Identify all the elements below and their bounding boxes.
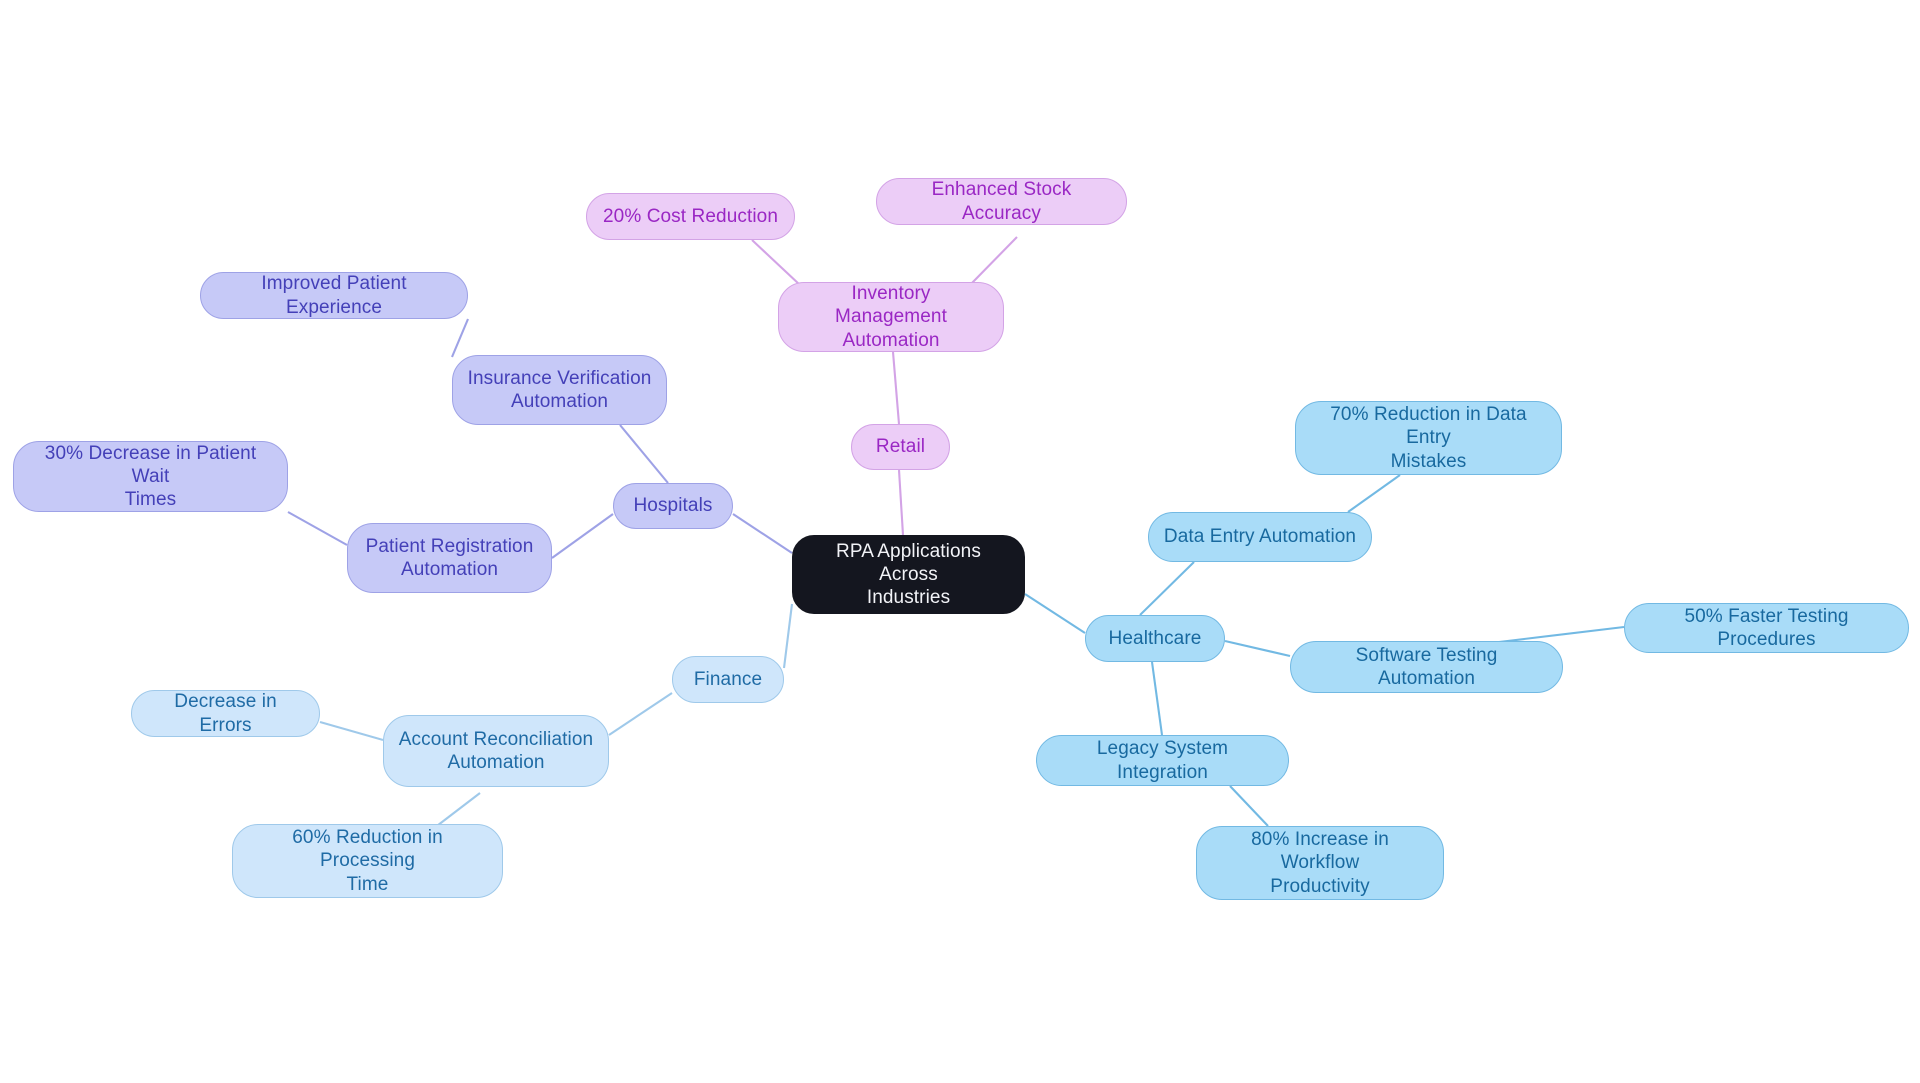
edge-root-healthcare [1024, 593, 1086, 634]
node-hospitals-label: Hospitals [633, 495, 713, 517]
node-processing-time[interactable]: 60% Reduction in Processing Time [232, 824, 503, 898]
node-legacy-system-integration[interactable]: Legacy System Integration [1036, 735, 1289, 786]
node-decrease-in-errors-label: Decrease in Errors [174, 691, 277, 736]
node-improved-patient-experience-label: Improved Patient Experience [261, 273, 407, 318]
node-processing-time-label: 60% Reduction in Processing Time [292, 827, 443, 895]
node-account-reconciliation-automation[interactable]: Account Reconciliation Automation [383, 715, 609, 787]
node-faster-testing-procedures-label: 50% Faster Testing Procedures [1684, 605, 1849, 650]
edge-inventory-stock-accuracy [970, 236, 1018, 285]
node-inventory-management-automation[interactable]: Inventory Management Automation [778, 282, 1004, 352]
node-decrease-in-errors[interactable]: Decrease in Errors [131, 690, 320, 737]
node-hospitals[interactable]: Hospitals [613, 483, 733, 529]
edge-finance-account-reconciliation [608, 692, 673, 736]
node-finance[interactable]: Finance [672, 656, 784, 703]
edge-insurance-improved-experience [451, 318, 469, 358]
node-data-entry-mistakes-label: 70% Reduction in Data Entry Mistakes [1330, 404, 1527, 472]
node-data-entry-automation[interactable]: Data Entry Automation [1148, 512, 1372, 562]
node-finance-label: Finance [693, 668, 763, 690]
edge-hospitals-patient-registration [551, 513, 614, 559]
node-improved-patient-experience[interactable]: Improved Patient Experience [200, 272, 468, 319]
edge-healthcare-data-entry [1139, 561, 1195, 616]
node-workflow-productivity-label: 80% Increase in Workflow Productivity [1251, 829, 1389, 897]
node-insurance-verification-automation[interactable]: Insurance Verification Automation [452, 355, 667, 425]
edge-inventory-cost-reduction [751, 239, 801, 286]
edge-root-finance [782, 603, 794, 669]
node-patient-registration-automation-label: Patient Registration Automation [365, 535, 534, 580]
node-retail[interactable]: Retail [851, 424, 950, 470]
edge-hospitals-insurance [619, 424, 669, 484]
node-legacy-system-integration-label: Legacy System Integration [1096, 738, 1229, 783]
edge-reconciliation-errors [319, 720, 384, 742]
node-account-reconciliation-automation-label: Account Reconciliation Automation [398, 728, 594, 773]
node-healthcare-label: Healthcare [1108, 627, 1202, 649]
mindmap-canvas: RPA Applications Across Industries Hospi… [0, 0, 1920, 1083]
node-patient-registration-automation[interactable]: Patient Registration Automation [347, 523, 552, 593]
node-inventory-management-automation-label: Inventory Management Automation [835, 283, 947, 351]
edge-retail-inventory [891, 351, 901, 425]
edge-legacy-workflow [1229, 785, 1269, 827]
node-root[interactable]: RPA Applications Across Industries [792, 535, 1025, 614]
node-cost-reduction-label: 20% Cost Reduction [602, 205, 778, 227]
node-root-label: RPA Applications Across Industries [836, 540, 981, 609]
node-workflow-productivity[interactable]: 80% Increase in Workflow Productivity [1196, 826, 1444, 900]
node-cost-reduction[interactable]: 20% Cost Reduction [586, 193, 795, 240]
node-faster-testing-procedures[interactable]: 50% Faster Testing Procedures [1624, 603, 1909, 653]
node-healthcare[interactable]: Healthcare [1085, 615, 1225, 662]
node-enhanced-stock-accuracy[interactable]: Enhanced Stock Accuracy [876, 178, 1127, 225]
node-patient-wait-times[interactable]: 30% Decrease in Patient Wait Times [13, 441, 288, 512]
edge-healthcare-legacy [1150, 661, 1164, 736]
edge-healthcare-software-testing [1224, 639, 1291, 658]
node-enhanced-stock-accuracy-label: Enhanced Stock Accuracy [931, 179, 1072, 224]
edge-data-entry-mistakes [1347, 474, 1401, 513]
node-software-testing-automation-label: Software Testing Automation [1355, 644, 1498, 689]
node-patient-wait-times-label: 30% Decrease in Patient Wait Times [44, 442, 257, 511]
node-data-entry-automation-label: Data Entry Automation [1163, 526, 1357, 548]
edge-root-retail [897, 469, 905, 536]
node-data-entry-mistakes[interactable]: 70% Reduction in Data Entry Mistakes [1295, 401, 1562, 475]
edge-root-hospitals [732, 513, 793, 554]
node-retail-label: Retail [875, 436, 926, 458]
node-insurance-verification-automation-label: Insurance Verification Automation [467, 367, 652, 412]
edge-registration-wait-times [287, 511, 348, 546]
node-software-testing-automation[interactable]: Software Testing Automation [1290, 641, 1563, 693]
